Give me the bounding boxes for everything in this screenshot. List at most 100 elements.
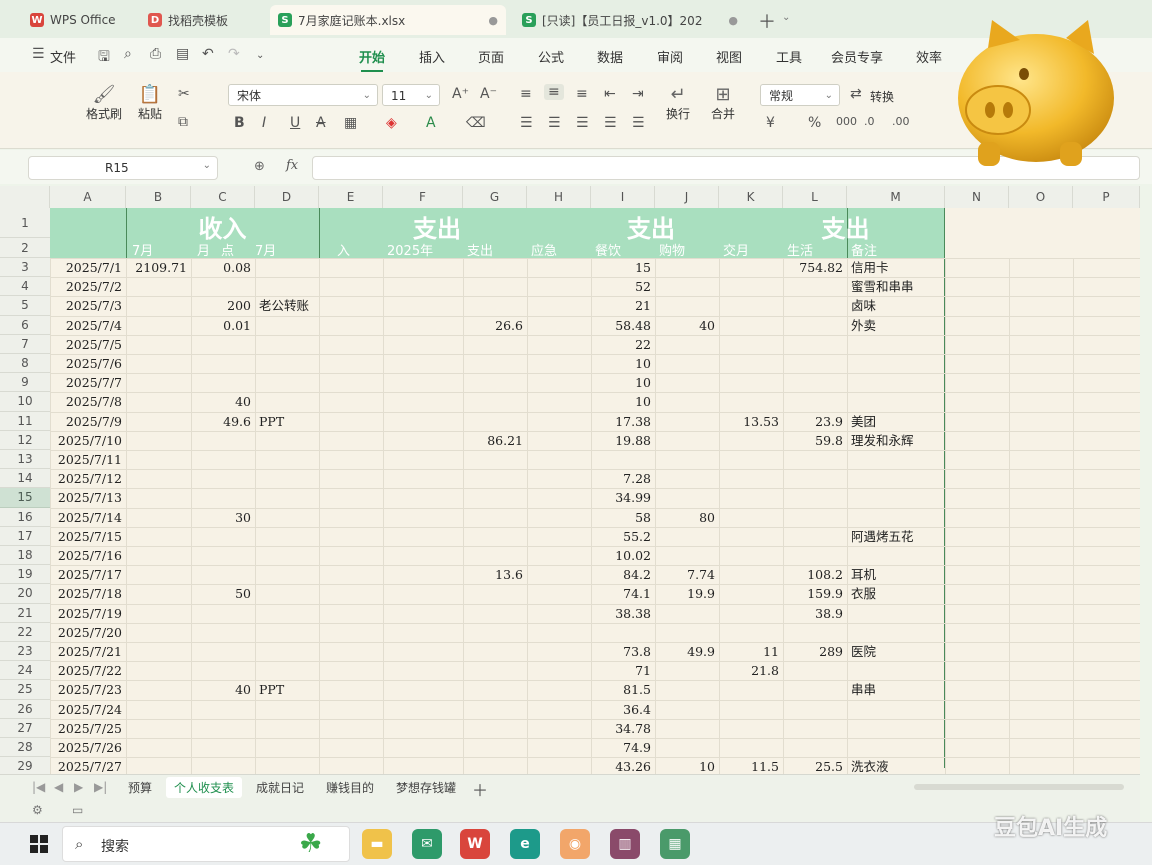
cell-j[interactable] (655, 488, 719, 507)
cell-i[interactable]: 19.88 (591, 431, 655, 450)
cell-i[interactable] (591, 623, 655, 642)
date-cell[interactable]: 2025/7/17 (50, 565, 126, 584)
cell-l[interactable] (783, 335, 847, 354)
row-header[interactable]: 6 (0, 315, 50, 335)
cell-m[interactable] (847, 488, 945, 507)
cell-c[interactable]: 50 (191, 584, 255, 603)
cell-i[interactable]: 74.1 (591, 584, 655, 603)
cell-b[interactable] (126, 431, 191, 450)
row-header[interactable]: 10 (0, 392, 50, 412)
cell-g[interactable]: 86.21 (463, 431, 527, 450)
cell-i[interactable]: 58.48 (591, 316, 655, 335)
cell-g[interactable]: 26.6 (463, 316, 527, 335)
cell-c[interactable]: 40 (191, 392, 255, 411)
menu-page[interactable]: 页面 (478, 47, 504, 66)
cell-i[interactable]: 38.38 (591, 604, 655, 623)
cell-b[interactable] (126, 412, 191, 431)
row-header[interactable]: 9 (0, 373, 50, 393)
cell-b[interactable] (126, 316, 191, 335)
cell-j[interactable] (655, 546, 719, 565)
cell-l[interactable]: 108.2 (783, 565, 847, 584)
cell-i[interactable]: 22 (591, 335, 655, 354)
cell-g[interactable] (463, 527, 527, 546)
cell-m[interactable]: 蜜雪和串串 (847, 277, 945, 296)
menu-data[interactable]: 数据 (597, 47, 623, 66)
cell-j[interactable]: 19.9 (655, 584, 719, 603)
cell-l[interactable] (783, 488, 847, 507)
column-header-n[interactable]: N (945, 186, 1009, 208)
cell-d[interactable] (255, 277, 385, 296)
date-cell[interactable]: 2025/7/6 (50, 354, 126, 373)
cell-j[interactable] (655, 373, 719, 392)
cell-c[interactable] (191, 277, 255, 296)
font-size-select[interactable]: 11 ⌄ (382, 84, 440, 106)
menu-efficiency[interactable]: 效率 (916, 47, 942, 66)
cell-k[interactable] (719, 296, 783, 315)
row-header[interactable]: 5 (0, 296, 50, 316)
align-center-icon[interactable]: ☰ (548, 115, 561, 131)
thousands-icon[interactable]: 000 (836, 115, 857, 128)
cell-k[interactable] (719, 565, 783, 584)
wrap-text-button[interactable]: ↵ 换行 (662, 84, 694, 122)
sheet-tab-budget[interactable]: 预算 (128, 779, 152, 796)
convert-label[interactable]: 转换 (870, 88, 894, 105)
cell-g[interactable] (463, 412, 527, 431)
cell-b[interactable] (126, 508, 191, 527)
menu-formula[interactable]: 公式 (538, 47, 564, 66)
row-header[interactable]: 24 (0, 661, 50, 681)
wps-taskbar-icon[interactable]: W (460, 829, 490, 859)
cell-l[interactable]: 754.82 (783, 258, 847, 277)
calculator-icon[interactable]: ▦ (660, 829, 690, 859)
cell-j[interactable] (655, 354, 719, 373)
cell-i[interactable]: 43.26 (591, 757, 655, 774)
tab-family-ledger[interactable]: S 7月家庭记账本.xlsx ● (270, 5, 506, 35)
cell-m[interactable] (847, 508, 945, 527)
cell-l[interactable]: 25.5 (783, 757, 847, 774)
cut-icon[interactable]: ✂ (178, 86, 190, 102)
date-cell[interactable]: 2025/7/13 (50, 488, 126, 507)
cell-g[interactable] (463, 508, 527, 527)
cell-l[interactable] (783, 392, 847, 411)
cell-d[interactable] (255, 642, 385, 661)
cell-g[interactable] (463, 335, 527, 354)
date-cell[interactable]: 2025/7/12 (50, 469, 126, 488)
cell-j[interactable] (655, 700, 719, 719)
cell-k[interactable] (719, 623, 783, 642)
row-header[interactable]: 3 (0, 258, 50, 278)
indent-decrease-icon[interactable]: ⇤ (604, 86, 616, 102)
cell-k[interactable] (719, 488, 783, 507)
date-cell[interactable]: 2025/7/20 (50, 623, 126, 642)
cell-d[interactable] (255, 565, 385, 584)
cell-c[interactable] (191, 431, 255, 450)
cell-d[interactable] (255, 719, 385, 738)
cell-l[interactable]: 289 (783, 642, 847, 661)
save-icon[interactable]: 🖫 (98, 46, 110, 70)
cell-k[interactable]: 11 (719, 642, 783, 661)
row-header[interactable]: 19 (0, 565, 50, 585)
date-cell[interactable]: 2025/7/14 (50, 508, 126, 527)
cell-l[interactable] (783, 277, 847, 296)
number-format-select[interactable]: 常规 ⌄ (760, 84, 840, 106)
cell-b[interactable] (126, 680, 191, 699)
cell-l[interactable] (783, 719, 847, 738)
row-header[interactable]: 14 (0, 469, 50, 489)
cell-i[interactable]: 52 (591, 277, 655, 296)
column-header-e[interactable]: E (319, 186, 383, 208)
cell-m[interactable]: 耳机 (847, 565, 945, 584)
horizontal-scrollbar[interactable] (914, 784, 1124, 790)
cell-i[interactable]: 55.2 (591, 527, 655, 546)
cell-j[interactable] (655, 412, 719, 431)
column-header-j[interactable]: J (655, 186, 719, 208)
cell-k[interactable]: 13.53 (719, 412, 783, 431)
date-cell[interactable]: 2025/7/26 (50, 738, 126, 757)
fx-icon[interactable]: fx (286, 158, 298, 173)
cell-c[interactable] (191, 738, 255, 757)
cell-l[interactable] (783, 546, 847, 565)
cell-i[interactable]: 34.78 (591, 719, 655, 738)
cell-m[interactable]: 衣服 (847, 584, 945, 603)
cell-b[interactable] (126, 354, 191, 373)
cell-m[interactable]: 卤味 (847, 296, 945, 315)
font-color-icon[interactable]: A (426, 115, 436, 131)
chevron-down-icon[interactable]: ⌄ (256, 50, 264, 61)
cell-j[interactable] (655, 623, 719, 642)
